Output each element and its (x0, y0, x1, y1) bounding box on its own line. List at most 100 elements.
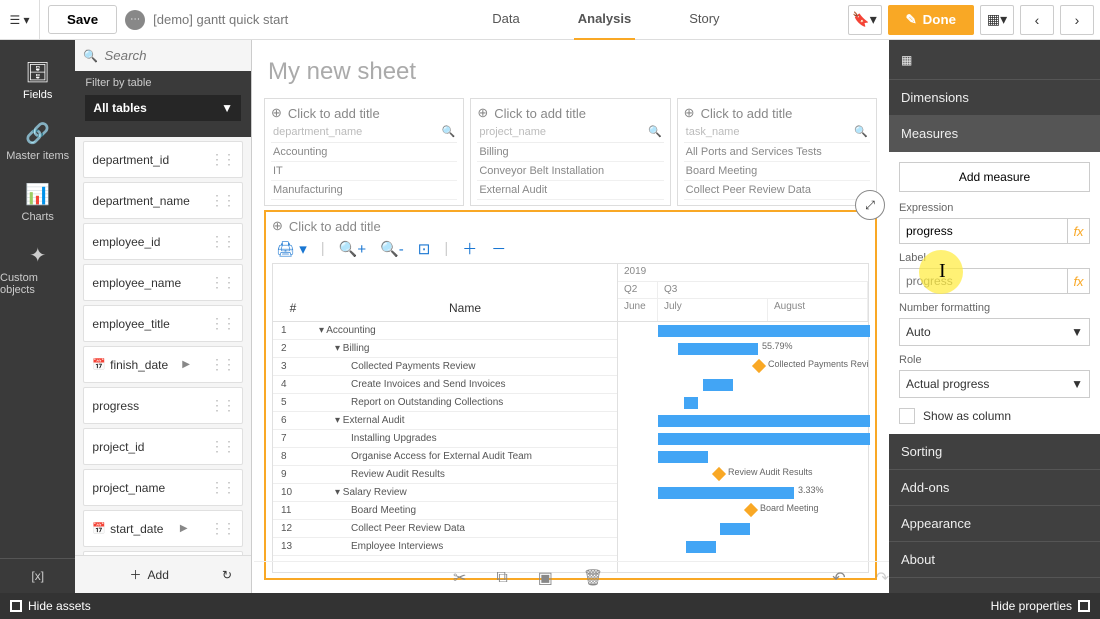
gantt-bar[interactable] (720, 523, 750, 535)
gantt-milestone[interactable] (744, 503, 758, 517)
filter-tile[interactable]: ⊕Click to add titledepartment_name🔍Accou… (264, 98, 464, 206)
bookmark-button[interactable]: 🔖▾ (848, 5, 882, 35)
gantt-row[interactable]: 10▾ Salary Review (273, 484, 617, 502)
gantt-bar[interactable] (658, 415, 870, 427)
gantt-row[interactable]: 11Board Meeting (273, 502, 617, 520)
field-item-progress[interactable]: progress⋮⋮ (83, 387, 243, 424)
gantt-bar[interactable] (686, 541, 716, 553)
rail-master-items[interactable]: 🔗Master items (0, 111, 75, 172)
tile-search[interactable]: project_name🔍 (477, 121, 663, 143)
add-measure-button[interactable]: Add measure (899, 162, 1090, 192)
prev-sheet-button[interactable]: ‹ (1020, 5, 1054, 35)
delete-button[interactable]: 🗑 (583, 568, 603, 588)
add-field-button[interactable]: ＋Add (85, 566, 213, 583)
tile-search[interactable]: task_name🔍 (684, 121, 870, 143)
zoom-fit-button[interactable]: ⊡ (418, 240, 431, 258)
paste-button[interactable]: ▣ (538, 568, 553, 588)
cut-button[interactable]: ✂ (453, 568, 466, 588)
done-button[interactable]: ✎Done (888, 5, 975, 35)
gantt-chart-tile[interactable]: ⤢ ⊕Click to add title 🖨 ▾ | 🔍+ 🔍- ⊡ | ＋ … (264, 210, 877, 580)
expand-button[interactable]: ＋ (462, 238, 477, 259)
hamburger-menu[interactable]: ☰ ▾ (0, 0, 40, 40)
gantt-bar[interactable] (703, 379, 733, 391)
tile-title-placeholder[interactable]: ⊕Click to add title (271, 105, 457, 121)
field-item-project_name[interactable]: project_name⋮⋮ (83, 469, 243, 506)
measures-section[interactable]: Measures (889, 116, 1100, 152)
hide-assets-toggle[interactable]: Hide assets (0, 599, 101, 613)
sorting-section[interactable]: Sorting (889, 434, 1100, 470)
about-section[interactable]: About (889, 542, 1100, 578)
tab-analysis[interactable]: Analysis (574, 0, 635, 41)
field-item-department_id[interactable]: department_id⋮⋮ (83, 141, 243, 178)
next-sheet-button[interactable]: › (1060, 5, 1094, 35)
filter-tile[interactable]: ⊕Click to add titleproject_name🔍BillingC… (470, 98, 670, 206)
tile-list-item[interactable]: IT (271, 162, 457, 181)
gantt-bar[interactable] (658, 433, 870, 445)
rail-charts[interactable]: 📊Charts (0, 172, 75, 233)
number-formatting-select[interactable]: Auto▼ (899, 318, 1090, 346)
gantt-bar[interactable] (658, 325, 870, 337)
tab-story[interactable]: Story (685, 0, 723, 41)
show-as-column-checkbox[interactable] (899, 408, 915, 424)
gantt-bar[interactable] (658, 487, 794, 499)
filter-tile[interactable]: ⊕Click to add titletask_name🔍All Ports a… (677, 98, 877, 206)
save-button[interactable]: Save (48, 5, 117, 34)
label-fx-button[interactable]: fx (1068, 268, 1090, 294)
gantt-row[interactable]: 8Organise Access for External Audit Team (273, 448, 617, 466)
tile-list-item[interactable]: Conveyor Belt Installation (477, 162, 663, 181)
gantt-row[interactable]: 12Collect Peer Review Data (273, 520, 617, 538)
gantt-title-placeholder[interactable]: ⊕Click to add title (272, 218, 869, 234)
tile-list-item[interactable]: All Ports and Services Tests (684, 143, 870, 162)
sheet-grid-button[interactable]: ▦▾ (980, 5, 1014, 35)
addons-section[interactable]: Add-ons (889, 470, 1100, 506)
gantt-row[interactable]: 2▾ Billing (273, 340, 617, 358)
gantt-row[interactable]: 6▾ External Audit (273, 412, 617, 430)
gantt-row[interactable]: 9Review Audit Results (273, 466, 617, 484)
gantt-row[interactable]: 13Employee Interviews (273, 538, 617, 556)
label-input[interactable] (899, 268, 1068, 294)
gantt-row[interactable]: 1▾ Accounting (273, 322, 617, 340)
undo-button[interactable]: ↶ (832, 568, 845, 588)
collapse-button[interactable]: － (491, 238, 506, 259)
field-item-finish_date[interactable]: 📅finish_date▶⋮⋮ (83, 346, 243, 383)
expression-input[interactable] (899, 218, 1068, 244)
copy-button[interactable]: ⧉ (496, 569, 507, 587)
zoom-out-button[interactable]: 🔍- (380, 240, 404, 258)
zoom-in-button[interactable]: 🔍+ (339, 240, 366, 258)
tables-dropdown[interactable]: All tables▼ (85, 95, 241, 121)
fullscreen-button[interactable]: ⤢ (855, 190, 885, 220)
field-item-employee_name[interactable]: employee_name⋮⋮ (83, 264, 243, 301)
gantt-row[interactable]: 3Collected Payments Review (273, 358, 617, 376)
field-item-employee_id[interactable]: employee_id⋮⋮ (83, 223, 243, 260)
rail-custom-objects[interactable]: ✦Custom objects (0, 233, 75, 306)
tile-list-item[interactable]: Collect Peer Review Data (684, 181, 870, 200)
gantt-milestone[interactable] (752, 359, 766, 373)
redo-button[interactable]: ↷ (876, 568, 889, 588)
appearance-section[interactable]: Appearance (889, 506, 1100, 542)
rail-variables[interactable]: [x] (0, 558, 75, 593)
tile-list-item[interactable]: Billing (477, 143, 663, 162)
print-button[interactable]: 🖨 ▾ (276, 240, 307, 258)
gantt-bar[interactable] (684, 397, 698, 409)
gantt-row[interactable]: 7Installing Upgrades (273, 430, 617, 448)
field-item-department_name[interactable]: department_name⋮⋮ (83, 182, 243, 219)
tile-list-item[interactable]: Accounting (271, 143, 457, 162)
hide-properties-toggle[interactable]: Hide properties (981, 599, 1100, 613)
gantt-row[interactable]: 4Create Invoices and Send Invoices (273, 376, 617, 394)
reload-fields-button[interactable]: ↻ (213, 568, 241, 582)
gantt-bar[interactable] (678, 343, 758, 355)
tile-title-placeholder[interactable]: ⊕Click to add title (684, 105, 870, 121)
field-item-employee_title[interactable]: employee_title⋮⋮ (83, 305, 243, 342)
tile-search[interactable]: department_name🔍 (271, 121, 457, 143)
role-select[interactable]: Actual progress▼ (899, 370, 1090, 398)
fields-search-input[interactable] (104, 48, 243, 63)
gantt-milestone[interactable] (712, 467, 726, 481)
tile-title-placeholder[interactable]: ⊕Click to add title (477, 105, 663, 121)
sheet-title[interactable]: My new sheet (264, 52, 877, 98)
rail-fields[interactable]: 🗄Fields (0, 50, 75, 111)
tile-list-item[interactable]: External Audit (477, 181, 663, 200)
gantt-row[interactable]: 5Report on Outstanding Collections (273, 394, 617, 412)
expression-fx-button[interactable]: fx (1068, 218, 1090, 244)
tab-data[interactable]: Data (488, 0, 523, 41)
tile-list-item[interactable]: Board Meeting (684, 162, 870, 181)
